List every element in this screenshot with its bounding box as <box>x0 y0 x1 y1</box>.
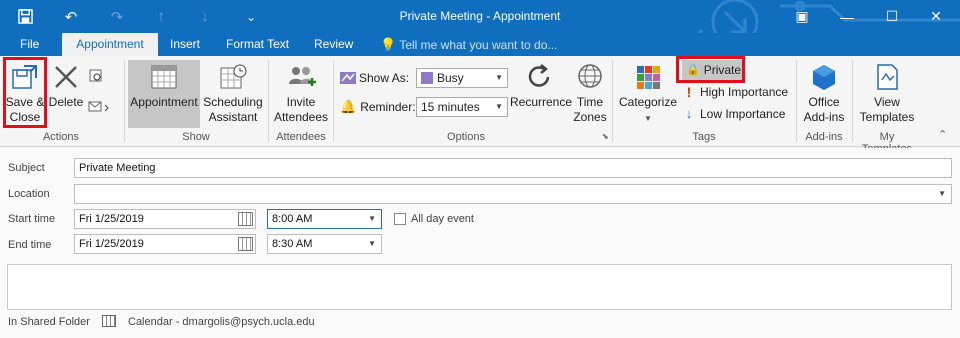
group-separator <box>852 60 853 142</box>
show-as-label: Show As: <box>340 68 409 88</box>
exclamation-icon: ! <box>686 84 692 100</box>
highlight-save-close <box>3 57 47 128</box>
reminder-dropdown[interactable]: 15 minutes ▼ <box>416 97 508 117</box>
shared-folder-label: In Shared Folder <box>8 316 90 328</box>
time-zones-button[interactable]: Time Zones <box>570 60 610 128</box>
location-input[interactable]: ▼ <box>74 184 952 204</box>
scheduling-assistant-button[interactable]: Scheduling Assistant <box>202 60 264 128</box>
categorize-icon <box>637 66 660 89</box>
group-label-addins: Add-ins <box>805 131 843 143</box>
ribbon: Save & Close Delete Actions Appointment … <box>0 56 960 155</box>
appointment-body-editor[interactable] <box>7 264 952 310</box>
end-date-input[interactable]: Fri 1/25/2019 <box>74 234 256 254</box>
lightbulb-icon: 💡 <box>380 37 397 52</box>
subject-label: Subject <box>8 162 45 174</box>
group-separator <box>333 60 334 142</box>
forward-envelope-icon[interactable] <box>88 96 110 116</box>
recurrence-button[interactable]: Recurrence <box>510 60 572 128</box>
subject-input[interactable]: Private Meeting <box>74 158 952 178</box>
dialog-launcher-icon[interactable]: ⬊ <box>602 132 609 141</box>
all-day-checkbox[interactable] <box>394 213 406 225</box>
reminder-label: 🔔 Reminder: <box>340 97 416 117</box>
low-importance-button[interactable]: ↓ Low Importance <box>682 104 786 124</box>
high-importance-button[interactable]: ! High Importance <box>682 82 788 102</box>
chevron-down-icon: ▼ <box>495 102 503 111</box>
appointment-form: Subject Private Meeting Location ▼ Start… <box>0 148 960 338</box>
tell-me-text: Tell me what you want to do... <box>399 38 558 52</box>
categorize-button[interactable]: Categorize ▼ <box>618 60 678 128</box>
delete-button[interactable]: Delete <box>48 60 84 128</box>
tab-insert[interactable]: Insert <box>160 33 210 56</box>
chevron-down-icon: ▼ <box>644 114 652 123</box>
invite-people-icon <box>289 67 316 86</box>
start-date-input[interactable]: Fri 1/25/2019 <box>74 209 256 229</box>
calendar-folder-icon <box>102 315 116 327</box>
ribbon-display-options-icon[interactable]: ▣ <box>782 0 822 33</box>
collapse-ribbon-icon[interactable]: ⌃ <box>938 128 947 141</box>
tab-file[interactable]: File <box>10 33 49 56</box>
tab-format-text[interactable]: Format Text <box>216 33 299 56</box>
busy-color-swatch <box>421 72 433 84</box>
show-as-dropdown[interactable]: Busy ▼ <box>416 68 508 88</box>
group-label-options: Options <box>447 131 485 143</box>
all-day-label: All day event <box>411 213 474 225</box>
appointment-view-button[interactable]: Appointment <box>128 60 200 128</box>
highlight-private <box>676 56 745 83</box>
tab-review[interactable]: Review <box>304 33 363 56</box>
group-separator <box>612 60 613 142</box>
location-label: Location <box>8 188 50 200</box>
end-time-label: End time <box>8 239 52 251</box>
calendar-grid-icon <box>151 65 177 89</box>
chevron-down-icon: ▼ <box>938 189 946 198</box>
end-time-input[interactable]: 8:30 AM ▼ <box>267 234 382 254</box>
scheduling-icon <box>220 64 247 89</box>
chevron-down-icon: ▼ <box>368 214 376 223</box>
group-separator <box>796 60 797 142</box>
bell-icon: 🔔 <box>340 99 357 114</box>
invite-attendees-button[interactable]: Invite Attendees <box>272 60 330 128</box>
minimize-button[interactable]: — <box>827 0 867 33</box>
group-label-show: Show <box>182 131 210 143</box>
office-addins-icon <box>813 65 835 90</box>
close-button[interactable]: ✕ <box>916 0 956 33</box>
shared-folder-value: Calendar - dmargolis@psych.ucla.edu <box>128 316 315 328</box>
group-label-attendees: Attendees <box>276 131 326 143</box>
view-templates-button[interactable]: View Templates <box>856 60 918 128</box>
title-bar: ↶ ↷ ↑ ↓ ⌄ Private Meeting - Appointment … <box>0 0 960 33</box>
start-time-input[interactable]: 8:00 AM ▼ <box>267 209 382 229</box>
chevron-down-icon: ▼ <box>495 73 503 82</box>
maximize-button[interactable]: ☐ <box>872 0 912 33</box>
tab-appointment[interactable]: Appointment <box>62 33 158 56</box>
office-addins-button[interactable]: Office Add-ins <box>800 60 848 128</box>
ribbon-tab-bar: File Appointment Insert Format Text Revi… <box>0 33 960 56</box>
forward-search-icon[interactable] <box>88 66 104 86</box>
recurrence-icon <box>528 64 550 87</box>
calendar-icon[interactable] <box>238 237 253 251</box>
show-as-icon <box>340 72 356 84</box>
down-arrow-icon: ↓ <box>685 106 693 121</box>
tell-me-box[interactable]: 💡 Tell me what you want to do... <box>380 33 557 56</box>
group-separator <box>124 60 125 142</box>
group-label-actions: Actions <box>42 131 80 143</box>
templates-icon <box>877 64 898 90</box>
start-time-label: Start time <box>8 213 56 225</box>
delete-x-icon <box>55 66 77 88</box>
globe-icon <box>578 64 602 88</box>
calendar-icon[interactable] <box>238 212 253 226</box>
group-label-tags: Tags <box>692 131 716 143</box>
group-separator <box>268 60 269 142</box>
chevron-down-icon: ▼ <box>368 239 376 248</box>
